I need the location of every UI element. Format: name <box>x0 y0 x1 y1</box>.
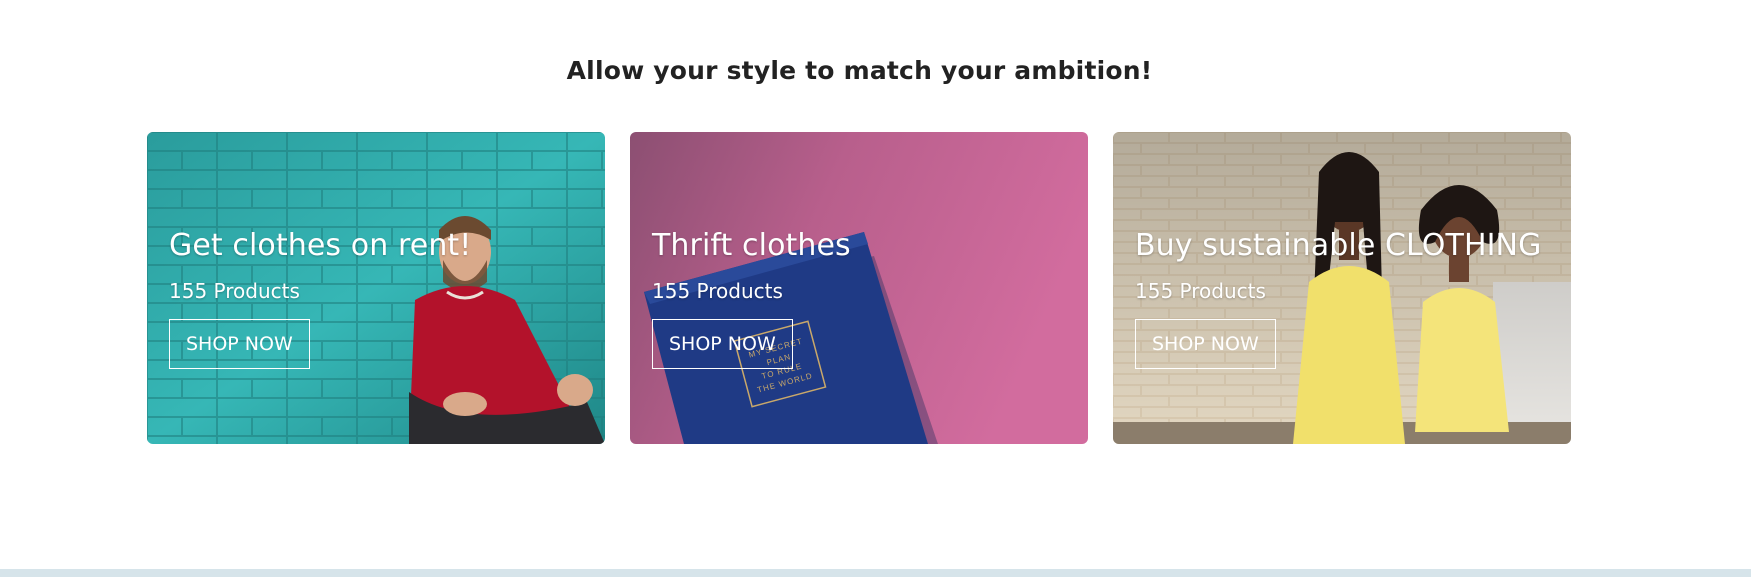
category-section: Allow your style to match your ambition! <box>0 0 1751 577</box>
category-card-rent[interactable]: Get clothes on rent! 155 Products SHOP N… <box>147 132 605 444</box>
card-title: Buy sustainable CLOTHING <box>1135 228 1542 263</box>
shop-now-button[interactable]: SHOP NOW <box>1135 319 1276 369</box>
card-title: Thrift clothes <box>652 228 851 263</box>
product-count: 155 Products <box>1135 279 1266 303</box>
product-count: 155 Products <box>652 279 783 303</box>
card-title: Get clothes on rent! <box>169 228 472 263</box>
rent-card-content: Get clothes on rent! 155 Products SHOP N… <box>169 228 471 369</box>
category-card-sustainable[interactable]: Buy sustainable CLOTHING 155 Products SH… <box>1113 132 1571 444</box>
shop-now-button[interactable]: SHOP NOW <box>169 319 310 369</box>
shop-now-button[interactable]: SHOP NOW <box>652 319 793 369</box>
sustainable-card-content: Buy sustainable CLOTHING 155 Products SH… <box>1135 228 1541 369</box>
category-card-thrift[interactable]: MY SECRET PLAN TO RULE THE WORLD Thrift … <box>630 132 1088 444</box>
category-cards: Get clothes on rent! 155 Products SHOP N… <box>147 132 1571 444</box>
footer-divider <box>0 569 1751 577</box>
product-count: 155 Products <box>169 279 300 303</box>
thrift-card-content: Thrift clothes 155 Products SHOP NOW <box>652 228 851 369</box>
section-headline: Allow your style to match your ambition! <box>566 56 1153 85</box>
